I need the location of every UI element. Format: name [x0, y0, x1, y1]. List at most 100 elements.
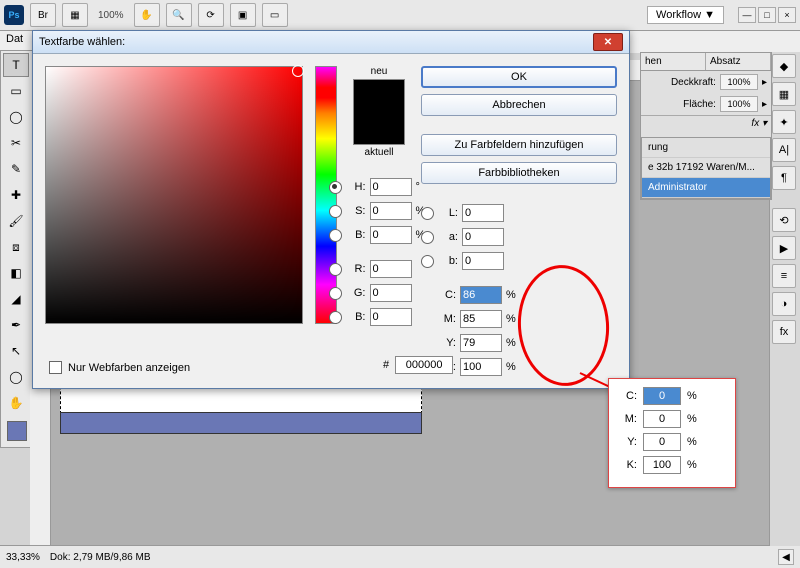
radio-a[interactable]	[421, 231, 434, 244]
zoom-percent[interactable]: 33,33%	[6, 552, 40, 563]
s-input[interactable]	[370, 202, 412, 220]
radio-r[interactable]	[329, 263, 342, 276]
layer-group[interactable]: rung	[642, 138, 770, 158]
lab-b-input[interactable]	[462, 252, 504, 270]
bb-input[interactable]	[370, 308, 412, 326]
h-input[interactable]	[370, 178, 412, 196]
web-colors-checkbox-row[interactable]: Nur Webfarben anzeigen	[49, 361, 190, 374]
crop-tool[interactable]: ✂	[3, 131, 29, 155]
callout-k-input[interactable]	[643, 456, 681, 474]
ps-logo-icon: Ps	[4, 5, 24, 25]
current-label: aktuell	[365, 147, 394, 158]
lasso-tool[interactable]: ◯	[3, 105, 29, 129]
radio-l[interactable]	[421, 207, 434, 220]
radio-b[interactable]	[329, 229, 342, 242]
callout-cmyk: C:% M:% Y:% K:%	[608, 378, 736, 488]
layer-text[interactable]: e 32b 17192 Waren/M...	[642, 158, 770, 178]
callout-c-input[interactable]	[643, 387, 681, 405]
r-input[interactable]	[370, 260, 412, 278]
m-input[interactable]	[460, 310, 502, 328]
zoom-tool-button[interactable]: 🔍	[166, 3, 192, 27]
radio-s[interactable]	[329, 205, 342, 218]
radio-bb[interactable]	[329, 311, 342, 324]
doc-size-info: Dok: 2,79 MB/9,86 MB	[50, 552, 151, 563]
fill-label: Fläche:	[683, 99, 716, 110]
tab-ebene[interactable]: hen	[641, 53, 706, 70]
blue-bar-object[interactable]	[60, 412, 422, 434]
fill-input[interactable]	[720, 96, 758, 112]
web-colors-checkbox[interactable]	[49, 361, 62, 374]
path-tool[interactable]: ↖	[3, 339, 29, 363]
dock-paths-icon[interactable]: fx	[772, 320, 796, 344]
maximize-button[interactable]: □	[758, 7, 776, 23]
callout-y-input[interactable]	[643, 433, 681, 451]
dialog-close-button[interactable]: ✕	[593, 33, 623, 51]
dock-actions-icon[interactable]: ▶	[772, 236, 796, 260]
web-colors-label: Nur Webfarben anzeigen	[68, 362, 190, 374]
hand-tool-button[interactable]: ✋	[134, 3, 160, 27]
add-swatch-button[interactable]: Zu Farbfeldern hinzufügen	[421, 134, 617, 156]
color-field[interactable]	[45, 66, 303, 324]
brush-tool[interactable]: 🖌	[3, 209, 29, 233]
dropdown-icon[interactable]: ▸	[762, 99, 767, 110]
b-input[interactable]	[370, 226, 412, 244]
tab-absatz[interactable]: Absatz	[706, 53, 771, 70]
dock-color-icon[interactable]: ◆	[772, 54, 796, 78]
opacity-label: Deckkraft:	[671, 77, 716, 88]
type-tool[interactable]: T	[3, 53, 29, 77]
app-top-toolbar: Ps Br ▦ 100% ✋ 🔍 ⟳ ▣ ▭ Workflow ▼ — □ ×	[0, 0, 800, 31]
dropdown-icon[interactable]: ▸	[762, 77, 767, 88]
shape-tool[interactable]: ◯	[3, 365, 29, 389]
minimize-button[interactable]: —	[738, 7, 756, 23]
pen-tool[interactable]: ✒	[3, 313, 29, 337]
a-input[interactable]	[462, 228, 504, 246]
close-window-button[interactable]: ×	[778, 7, 796, 23]
workspace-switcher[interactable]: Workflow ▼	[647, 6, 724, 24]
arrange-button[interactable]: ▣	[230, 3, 256, 27]
cancel-button[interactable]: Abbrechen	[421, 94, 617, 116]
zoom-display[interactable]: 100%	[94, 10, 128, 21]
dock-swatches-icon[interactable]: ▦	[772, 82, 796, 106]
radio-g[interactable]	[329, 287, 342, 300]
hex-input[interactable]	[395, 356, 453, 374]
layer-administrator[interactable]: Administrator	[642, 178, 770, 198]
mini-bridge-button[interactable]: ▦	[62, 3, 88, 27]
marquee-tool[interactable]: ▭	[3, 79, 29, 103]
callout-m-input[interactable]	[643, 410, 681, 428]
file-menu[interactable]: Dat	[6, 33, 23, 45]
dock-styles-icon[interactable]: ✦	[772, 110, 796, 134]
color-preview	[353, 79, 405, 145]
dock-layers-icon[interactable]: ≡	[772, 264, 796, 288]
screen-mode-button[interactable]: ▭	[262, 3, 288, 27]
eyedropper-tool[interactable]: ✎	[3, 157, 29, 181]
scroll-left-button[interactable]: ◀	[778, 549, 794, 565]
color-cursor-icon	[292, 65, 304, 77]
dock-character-icon[interactable]: A|	[772, 138, 796, 162]
opacity-input[interactable]	[720, 74, 758, 90]
gradient-tool[interactable]: ◢	[3, 287, 29, 311]
dock-history-icon[interactable]: ⟲	[772, 208, 796, 232]
dialog-titlebar[interactable]: Textfarbe wählen: ✕	[33, 31, 629, 54]
radio-h[interactable]	[329, 181, 342, 194]
properties-panel: hen Absatz Deckkraft: ▸ Fläche: ▸ fx ▾ r…	[640, 52, 772, 200]
color-libraries-button[interactable]: Farbbibliotheken	[421, 162, 617, 184]
hand-tool[interactable]: ✋	[3, 391, 29, 415]
radio-lab-b[interactable]	[421, 255, 434, 268]
toolbox: T ▭ ◯ ✂ ✎ ✚ 🖌 ⧈ ◧ ◢ ✒ ↖ ◯ ✋	[0, 50, 34, 448]
dock-channels-icon[interactable]: ◑	[772, 292, 796, 316]
l-input[interactable]	[462, 204, 504, 222]
fx-indicator[interactable]: fx ▾	[641, 115, 771, 131]
stamp-tool[interactable]: ⧈	[3, 235, 29, 259]
rotate-view-button[interactable]: ⟳	[198, 3, 224, 27]
eraser-tool[interactable]: ◧	[3, 261, 29, 285]
y-input[interactable]	[460, 334, 502, 352]
c-input[interactable]	[460, 286, 502, 304]
dock-paragraph-icon[interactable]: ¶	[772, 166, 796, 190]
ok-button[interactable]: OK	[421, 66, 617, 88]
k-input[interactable]	[460, 358, 502, 376]
panel-dock: ◆ ▦ ✦ A| ¶ ⟲ ▶ ≡ ◑ fx	[769, 52, 800, 546]
foreground-swatch[interactable]	[7, 421, 27, 441]
bridge-button[interactable]: Br	[30, 3, 56, 27]
healing-tool[interactable]: ✚	[3, 183, 29, 207]
g-input[interactable]	[370, 284, 412, 302]
